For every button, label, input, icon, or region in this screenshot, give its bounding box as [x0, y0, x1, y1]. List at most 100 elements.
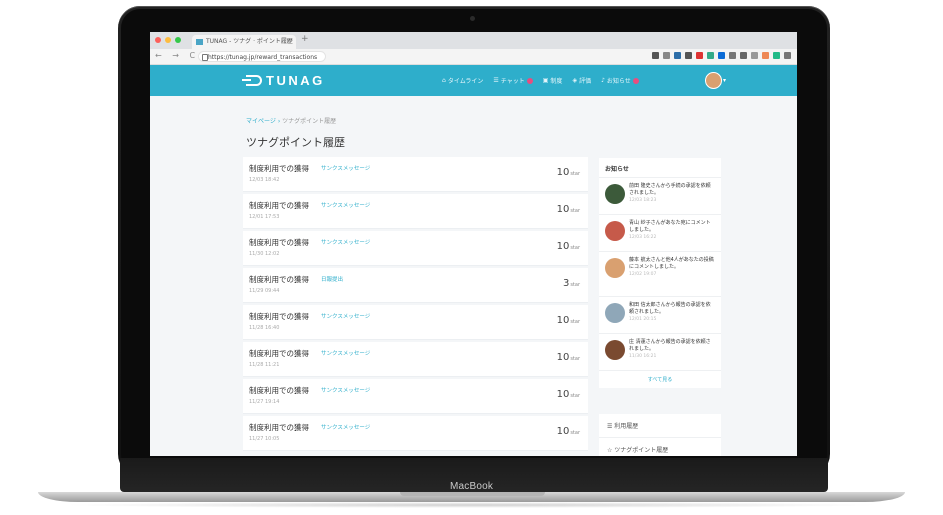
points-value: 10 [556, 389, 570, 400]
chat-icon: ☰ [493, 77, 499, 84]
points-value: 10 [556, 352, 570, 363]
points-unit: star [570, 282, 580, 288]
list-item: 制度利用での獲得 サンクスメッセージ 11/27 19:14 10star [243, 379, 588, 414]
url-text: https://tunag.jp/reward_transactions [208, 54, 318, 61]
notification-item[interactable]: 和田 信太郎さんから報告の承認を依頼されました。 12/01 20:15 [599, 296, 721, 333]
breadcrumb: マイページ › ツナグポイント履歴 [246, 116, 336, 125]
points-unit: star [570, 319, 580, 325]
laptop-shadow [60, 502, 883, 508]
points-value: 10 [556, 204, 570, 215]
row-points: 10star [557, 204, 580, 215]
points-value: 10 [556, 315, 570, 326]
row-link[interactable]: 日報提出 [321, 275, 343, 283]
header-nav: ⌂ タイムライン ☰ チャット ▣ 制度 ◈ 評価 ♪ お知らせ [442, 76, 639, 85]
row-link[interactable]: サンクスメッセージ [321, 164, 370, 172]
row-date: 11/28 11:21 [249, 362, 280, 368]
nav-timeline[interactable]: ⌂ タイムライン [442, 76, 483, 85]
points-unit: star [570, 430, 580, 436]
chat-badge [526, 77, 533, 84]
logo-text: TUNAG [266, 73, 325, 88]
nav-system[interactable]: ▣ 制度 [543, 76, 563, 85]
extension-icon[interactable] [674, 52, 681, 59]
row-link[interactable]: サンクスメッセージ [321, 349, 370, 357]
close-window-icon[interactable] [155, 37, 161, 43]
maximize-window-icon[interactable] [175, 37, 181, 43]
row-label: 制度利用での獲得 [249, 423, 309, 432]
bell-icon: ♪ [601, 77, 605, 84]
row-link[interactable]: サンクスメッセージ [321, 201, 370, 209]
extension-icon[interactable] [762, 52, 769, 59]
row-link[interactable]: サンクスメッセージ [321, 238, 370, 246]
row-label: 制度利用での獲得 [249, 164, 309, 173]
extension-icon[interactable] [751, 52, 758, 59]
nav-timeline-label: タイムライン [447, 78, 484, 85]
tab-title: TUNAG - ツナグ · ポイント履歴 [206, 38, 293, 45]
app-header: TUNAG ⌂ タイムライン ☰ チャット ▣ 制度 ◈ 評価 ♪ お知らせ ▾ [150, 65, 797, 96]
see-all-link[interactable]: すべて見る [599, 370, 721, 388]
avatar [605, 184, 625, 204]
row-label: 制度利用での獲得 [249, 275, 309, 284]
row-date: 12/01 17:53 [249, 214, 280, 220]
home-icon: ⌂ [442, 77, 446, 84]
tunag-logo[interactable]: TUNAG [242, 73, 325, 88]
page-title: ツナグポイント履歴 [246, 136, 345, 149]
points-value: 10 [556, 167, 570, 178]
notification-text: 藤本 航太さんと他4人があなたの投稿にコメントしました。 12/02 19:07 [629, 257, 715, 278]
device-brand: MacBook [449, 481, 494, 492]
points-unit: star [570, 245, 580, 251]
notification-item[interactable]: 藤本 航太さんと他4人があなたの投稿にコメントしました。 12/02 19:07 [599, 251, 721, 296]
nav-evaluation[interactable]: ◈ 評価 [572, 76, 591, 85]
row-link[interactable]: サンクスメッセージ [321, 423, 370, 431]
row-points: 10star [557, 167, 580, 178]
extension-icon[interactable] [729, 52, 736, 59]
extension-icon[interactable] [652, 52, 659, 59]
row-label: 制度利用での獲得 [249, 386, 309, 395]
url-field[interactable]: https://tunag.jp/reward_transactions [198, 51, 326, 62]
extension-icon[interactable] [696, 52, 703, 59]
sidebar-item-usage-history[interactable]: ☰ 利用履歴 [599, 414, 721, 438]
notification-item[interactable]: 庄 清蓮さんから報告の承認を依頼されました。 11/30 16:21 [599, 333, 721, 370]
breadcrumb-home[interactable]: マイページ [246, 118, 276, 125]
list-item: 制度利用での獲得 サンクスメッセージ 11/28 16:40 10star [243, 305, 588, 340]
browser-tab[interactable]: TUNAG - ツナグ · ポイント履歴 × [192, 35, 296, 49]
notification-date: 12/01 20:15 [629, 317, 657, 322]
points-unit: star [570, 393, 580, 399]
row-link[interactable]: サンクスメッセージ [321, 386, 370, 394]
extension-icon[interactable] [685, 52, 692, 59]
notification-date: 12/03 16:22 [629, 235, 657, 240]
minimize-window-icon[interactable] [165, 37, 171, 43]
new-tab-button[interactable]: + [301, 34, 309, 44]
notifications-title: お知らせ [605, 166, 629, 173]
list-item: 制度利用での獲得 日報提出 11/29 09:44 3star [243, 268, 588, 303]
extension-icon[interactable] [773, 52, 780, 59]
menu-icon[interactable] [784, 52, 791, 59]
extension-icon[interactable] [663, 52, 670, 59]
notification-date: 11/30 16:21 [629, 354, 657, 359]
avatar [605, 303, 625, 323]
notification-item[interactable]: 前田 隆史さんから手続の承認を依頼されました。 12/03 18:23 [599, 177, 721, 214]
notification-item[interactable]: 青山 紗子さんがあなた宛にコメントしました。 12/03 16:22 [599, 214, 721, 251]
laptop-hinge-notch [400, 492, 545, 496]
breadcrumb-separator: › [277, 118, 281, 125]
extension-icon[interactable] [707, 52, 714, 59]
row-link[interactable]: サンクスメッセージ [321, 312, 370, 320]
user-avatar[interactable] [705, 72, 722, 89]
breadcrumb-current: ツナグポイント履歴 [282, 118, 337, 125]
extension-icon[interactable] [740, 52, 747, 59]
chevron-down-icon[interactable]: ▾ [723, 77, 726, 84]
points-value: 10 [556, 426, 570, 437]
sidebar-item-label: 利用履歴 [614, 423, 639, 430]
sidebar-item-point-history[interactable]: ☆ ツナグポイント履歴 [599, 438, 721, 456]
browser-nav-icons[interactable]: ← → C [155, 51, 199, 60]
notification-date: 12/03 18:23 [629, 198, 657, 203]
nav-chat[interactable]: ☰ チャット [493, 76, 533, 85]
tab-close-icon[interactable]: × [286, 35, 291, 49]
list-item: 制度利用での獲得 サンクスメッセージ 12/03 18:42 10star [243, 157, 588, 192]
nav-notifications[interactable]: ♪ お知らせ [601, 76, 639, 85]
notification-text: 前田 隆史さんから手続の承認を依頼されました。 12/03 18:23 [629, 183, 715, 204]
notification-message: 和田 信太郎さんから報告の承認を依頼されました。 [629, 302, 711, 315]
extension-icon[interactable] [718, 52, 725, 59]
row-points: 3star [563, 278, 580, 289]
row-date: 11/27 19:14 [249, 399, 280, 405]
logo-mark-icon [242, 75, 262, 86]
